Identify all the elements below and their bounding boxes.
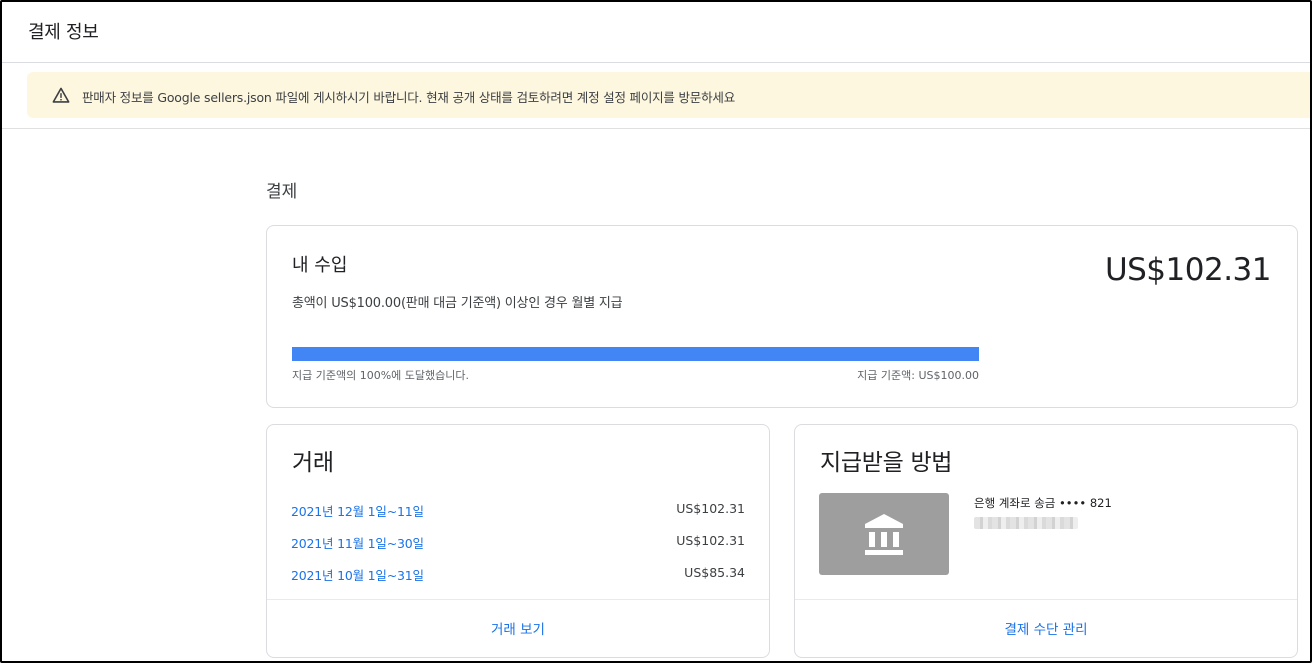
transaction-period-link[interactable]: 2021년 10월 1일~31일 (291, 565, 424, 584)
transaction-amount: US$102.31 (676, 533, 745, 548)
payment-method-label: 은행 계좌로 송금 •••• 821 (974, 496, 1112, 510)
warning-icon (52, 87, 70, 103)
transaction-amount: US$102.31 (676, 501, 745, 516)
transactions-footer: 거래 보기 (267, 599, 769, 657)
transactions-title: 거래 (292, 450, 334, 476)
payment-method-footer: 결제 수단 관리 (795, 599, 1297, 657)
sellers-json-banner: 판매자 정보를 Google sellers.json 파일에 게시하시기 바랍… (27, 72, 1310, 118)
earnings-amount: US$102.31 (1104, 252, 1272, 288)
earnings-card: 내 수입 총액이 US$100.00(판매 대금 기준액) 이상인 경우 월별 … (266, 225, 1298, 408)
payments-section-title: 결제 (266, 182, 298, 202)
transactions-card: 거래 2021년 12월 1일~11일 US$102.31 2021년 11월 … (266, 424, 770, 658)
transaction-row: 2021년 12월 1일~11일 US$102.31 (291, 501, 745, 521)
banner-message: 판매자 정보를 Google sellers.json 파일에 게시하시기 바랍… (82, 90, 736, 105)
transaction-amount: US$85.34 (684, 565, 745, 580)
transaction-period-link[interactable]: 2021년 11월 1일~30일 (291, 533, 424, 552)
transaction-period-link[interactable]: 2021년 12월 1일~11일 (291, 501, 424, 520)
progress-label: 지급 기준액의 100%에 도달했습니다. (292, 369, 469, 382)
view-transactions-link[interactable]: 거래 보기 (267, 618, 769, 638)
threshold-label: 지급 기준액: US$100.00 (857, 369, 979, 382)
redacted-account-details (974, 517, 1078, 529)
bank-account-tile (819, 493, 949, 575)
earnings-description: 총액이 US$100.00(판매 대금 기준액) 이상인 경우 월별 지급 (292, 296, 623, 311)
top-bar: 결제 정보 (2, 2, 1310, 63)
page-title: 결제 정보 (28, 22, 99, 43)
earnings-title: 내 수입 (292, 255, 348, 276)
payment-method-title: 지급받을 방법 (820, 450, 953, 476)
transaction-row: 2021년 10월 1일~31일 US$85.34 (291, 565, 745, 585)
bank-icon (865, 514, 903, 555)
banner-divider (2, 128, 1310, 129)
manage-payment-methods-link[interactable]: 결제 수단 관리 (795, 618, 1297, 638)
threshold-progress-bar (292, 347, 979, 361)
transaction-row: 2021년 11월 1일~30일 US$102.31 (291, 533, 745, 553)
payment-method-card: 지급받을 방법 은행 계좌로 송금 •••• 821 결제 수단 관리 (794, 424, 1298, 658)
app-window: 결제 정보 판매자 정보를 Google sellers.json 파일에 게시… (0, 0, 1312, 663)
threshold-progress-fill (292, 347, 979, 361)
